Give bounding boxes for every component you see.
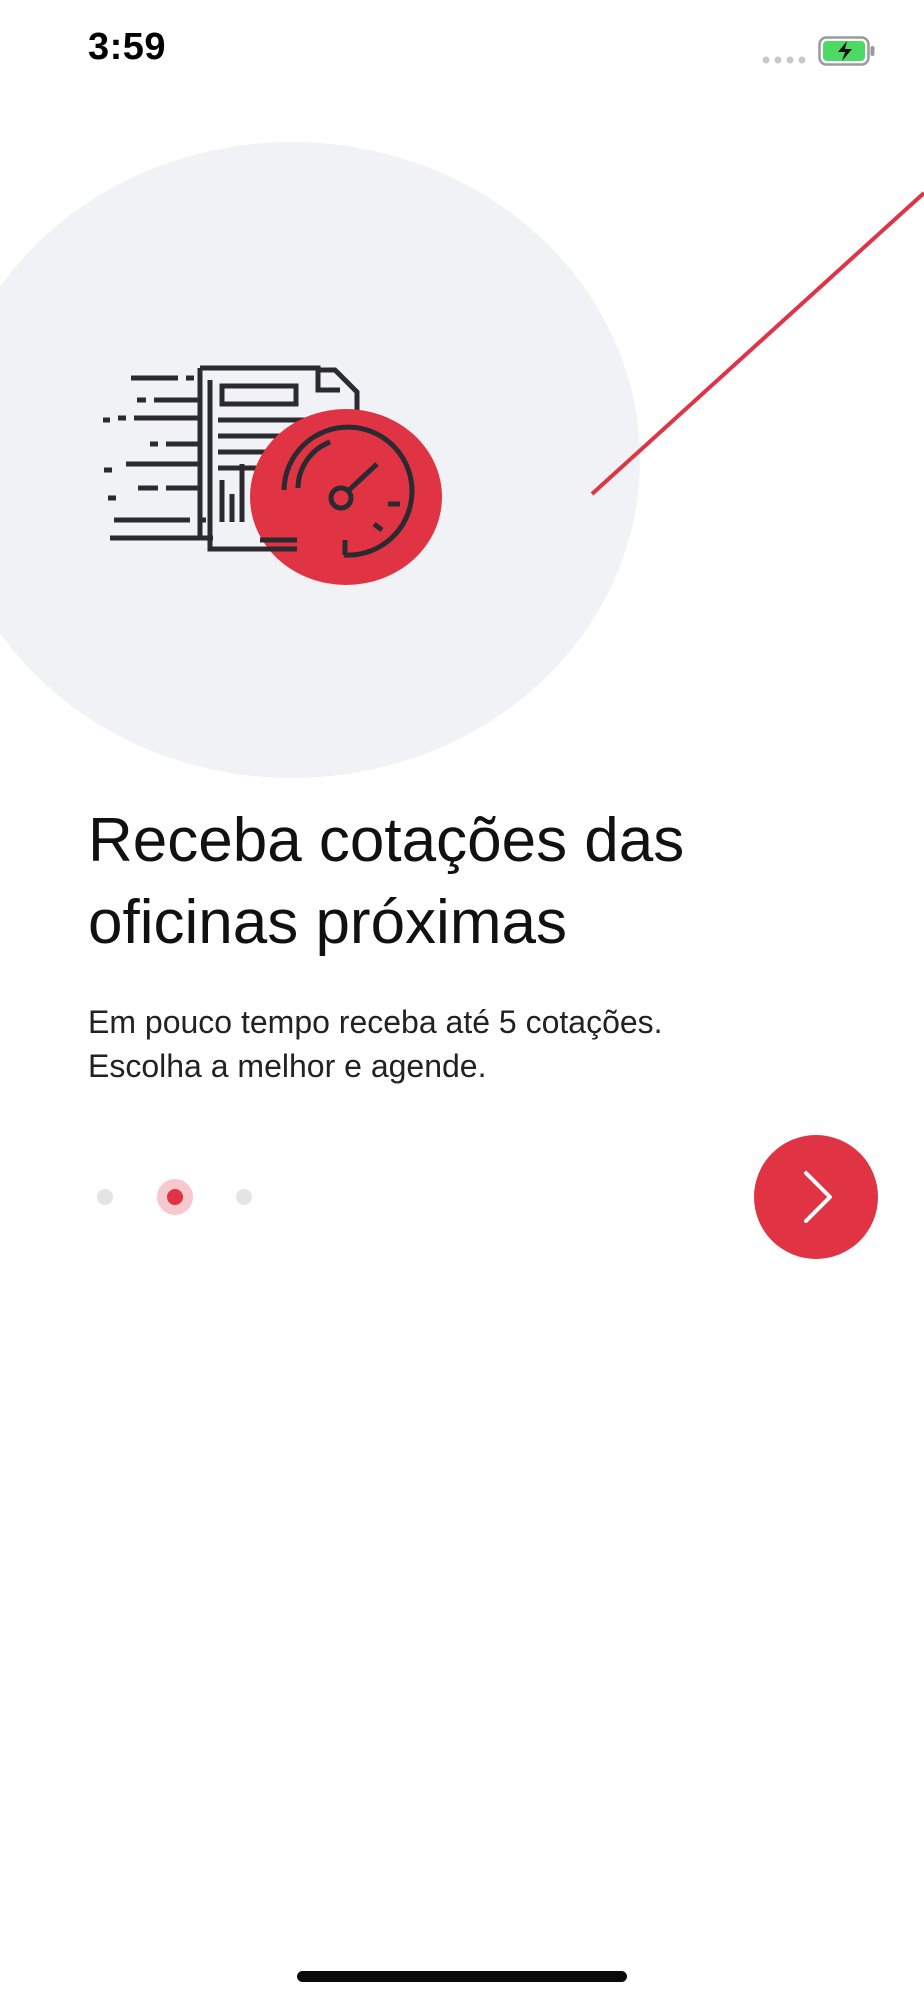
- subtitle-line-1: Em pouco tempo receba até 5 cotações.: [88, 1004, 663, 1040]
- onboarding-subtitle: Em pouco tempo receba até 5 cotações. Es…: [88, 1000, 848, 1088]
- page-dot-2-center: [167, 1189, 183, 1205]
- decorative-diagonal-line: [590, 191, 924, 496]
- subtitle-line-2: Escolha a melhor e agende.: [88, 1048, 487, 1084]
- page-dot-1[interactable]: [97, 1189, 113, 1205]
- chevron-right-icon: [804, 1171, 832, 1223]
- hero-illustration: [0, 142, 924, 778]
- home-indicator[interactable]: [297, 1971, 627, 1982]
- next-button[interactable]: [754, 1135, 878, 1259]
- page-indicator: [80, 1170, 280, 1224]
- onboarding-title: Receba cotações das oficinas próximas: [88, 806, 685, 957]
- page-dot-2-active[interactable]: [157, 1179, 193, 1215]
- page-dot-3[interactable]: [236, 1189, 252, 1205]
